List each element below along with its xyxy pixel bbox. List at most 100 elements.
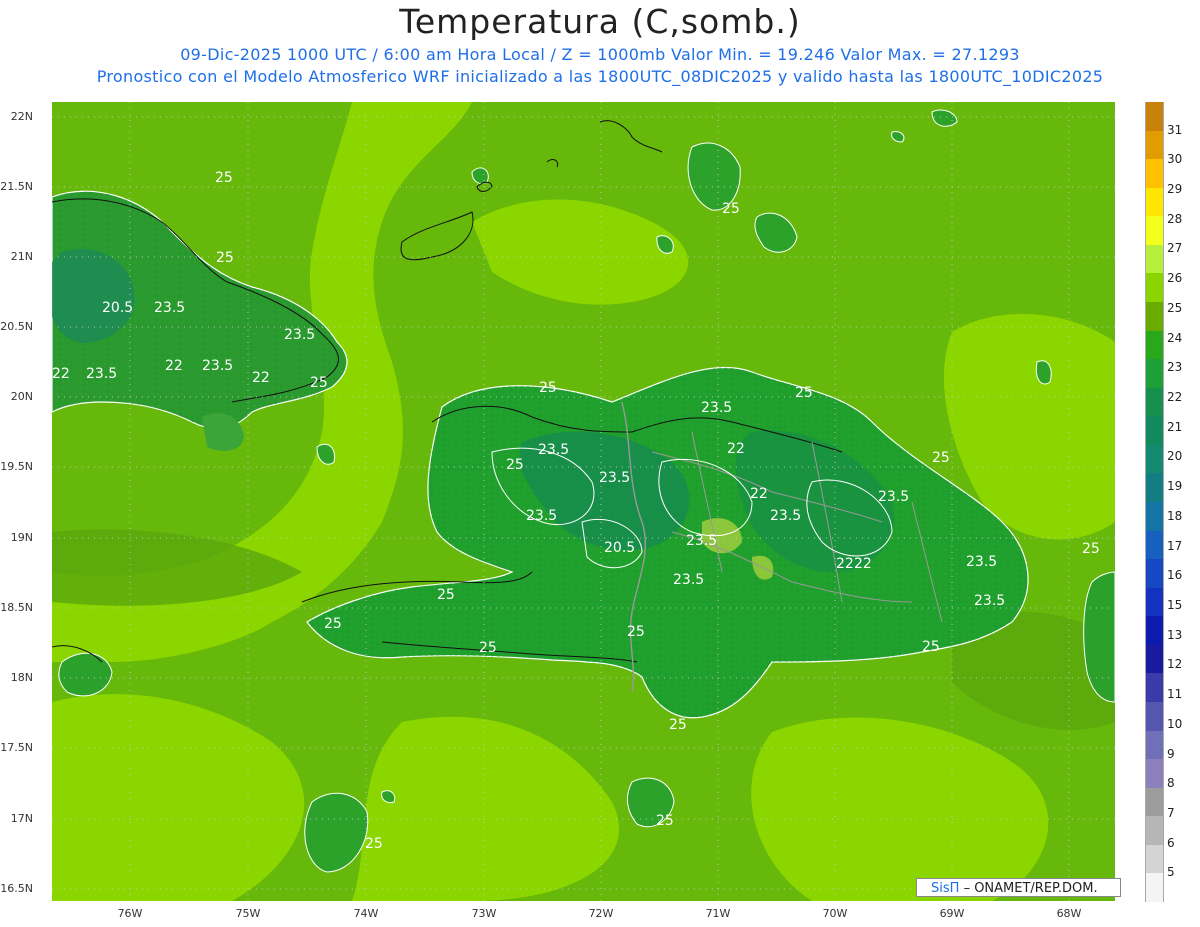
latitude-label: 20N: [10, 390, 33, 403]
colorbar-swatch: [1145, 702, 1164, 732]
colorbar-tick-label: 29: [1167, 182, 1183, 196]
contour-label: 23.5: [701, 400, 732, 416]
colorbar-tick-label: 21: [1167, 419, 1183, 434]
contour-label: 25: [506, 457, 524, 473]
colorbar-tick-label: 20: [1167, 449, 1183, 464]
contour-label: 22: [165, 358, 183, 374]
colorbar-tick-label: 25: [1167, 300, 1183, 315]
contour-label: 25: [365, 836, 383, 852]
colorbar-tick-label: 7: [1167, 806, 1175, 820]
contour-label: 23.5: [878, 489, 909, 505]
longitude-label: 76W: [117, 907, 143, 920]
colorbar-tick-label: 17: [1167, 538, 1183, 553]
contour-label: 23.5: [966, 554, 997, 570]
colorbar-tick-label: 19: [1167, 479, 1183, 494]
colorbar-tick-label: 30: [1167, 152, 1183, 167]
longitude-label: 68W: [1056, 907, 1082, 920]
contour-label: 25: [1082, 541, 1100, 557]
contour-label: 25: [215, 170, 233, 186]
credit-box: SisΠ – ONAMET/REP.DOM.: [916, 878, 1121, 897]
colorbar-swatch: [1145, 530, 1164, 560]
colorbar-tick-label: 12: [1167, 657, 1183, 672]
contour-label: 23.5: [974, 593, 1005, 609]
colorbar-swatch: [1145, 844, 1164, 874]
colorbar-swatch: [1145, 416, 1164, 446]
contour-label: 23.5: [526, 508, 557, 524]
contour-label: 23.5: [154, 300, 185, 316]
temperature-map: 25 25 25 25 25 25 25 25 25 25 25 25 25 25 25 25 25 23.5 23…: [52, 102, 1115, 901]
contour-label: 25: [669, 717, 687, 733]
credit-text: – ONAMET/REP.DOM.: [963, 881, 1098, 896]
contour-label: 25: [437, 587, 455, 603]
contour-label: 22: [252, 370, 270, 386]
contour-label: 22: [727, 441, 745, 457]
contour-label: 23.5: [599, 470, 630, 486]
latitude-label: 19N: [10, 531, 33, 544]
colorbar-swatch: [1145, 302, 1164, 332]
longitude-label: 73W: [471, 907, 497, 920]
latitude-label: 18N: [10, 671, 33, 684]
colorbar-swatch: [1145, 244, 1164, 274]
colorbar-swatch: [1145, 787, 1164, 817]
colorbar-tick-label: 8: [1167, 776, 1175, 791]
colorbar-tick-label: 22: [1167, 390, 1183, 404]
colorbar-swatch: [1145, 730, 1164, 760]
colorbar-swatch: [1145, 473, 1164, 503]
contour-label: 25: [932, 450, 950, 466]
colorbar-swatch: [1145, 387, 1164, 417]
contour-label: 22: [854, 556, 872, 572]
sispi-logo: SisΠ: [931, 881, 960, 896]
colorbar-tick-label: 9: [1167, 746, 1175, 761]
contour-label: 22: [836, 556, 854, 572]
longitude-label: 69W: [939, 907, 965, 920]
colorbar-tick-label: 16: [1167, 568, 1183, 583]
forecast-time-and-range: 09-Dic-2025 1000 UTC / 6:00 am Hora Loca…: [180, 45, 1020, 64]
colorbar-swatch: [1145, 502, 1164, 532]
colorbar-tick-label: 28: [1167, 211, 1183, 226]
colorbar-swatch: [1145, 816, 1164, 846]
contour-label: 25: [479, 640, 497, 656]
contour-label: 20.5: [102, 300, 133, 316]
latitude-label: 20.5N: [0, 320, 33, 333]
contour-label: 23.5: [86, 366, 117, 382]
colorbar-tick-label: 24: [1167, 330, 1183, 345]
latitude-label: 21N: [10, 250, 33, 263]
contour-label: 23.5: [538, 442, 569, 458]
colorbar-tick-label: 13: [1167, 627, 1183, 642]
latitude-label: 19.5N: [0, 460, 33, 473]
longitude-label: 72W: [588, 907, 614, 920]
colorbar-tick-label: 6: [1167, 835, 1175, 850]
contour-label: 25: [324, 616, 342, 632]
colorbar-swatch: [1145, 159, 1164, 189]
contour-label: 25: [922, 639, 940, 655]
contour-label: 25: [539, 380, 557, 396]
contour-label: 23.5: [202, 358, 233, 374]
colorbar-swatch: [1145, 102, 1164, 132]
colorbar-swatch: [1145, 273, 1164, 303]
colorbar-swatch: [1145, 644, 1164, 674]
colorbar-swatch: [1145, 587, 1164, 617]
contour-label: 25: [656, 813, 674, 829]
latitude-label: 16.5N: [0, 882, 33, 895]
contour-label: 22: [52, 366, 70, 382]
contour-label: 23.5: [770, 508, 801, 524]
latitude-label: 22N: [10, 110, 33, 123]
colorbar-swatch: [1145, 330, 1164, 360]
longitude-label: 71W: [705, 907, 731, 920]
contour-label: 23.5: [686, 533, 717, 549]
latitude-label: 17N: [10, 812, 33, 825]
colorbar-tick-label: 18: [1167, 508, 1183, 523]
colorbar-swatch: [1145, 616, 1164, 646]
contour-label: 25: [722, 201, 740, 217]
colorbar-swatch: [1145, 187, 1164, 217]
colorbar-swatch: [1145, 673, 1164, 703]
colorbar-tick-label: 27: [1167, 241, 1183, 256]
longitude-label: 70W: [822, 907, 848, 920]
latitude-label: 17.5N: [0, 741, 33, 754]
contour-label: 23.5: [284, 327, 315, 343]
colorbar-tick-label: 5: [1167, 865, 1175, 880]
colorbar-tick-label: 15: [1167, 598, 1183, 612]
contour-label: 25: [627, 624, 645, 640]
model-run-description: Pronostico con el Modelo Atmosferico WRF…: [96, 67, 1104, 86]
contour-label: 23.5: [673, 572, 704, 588]
